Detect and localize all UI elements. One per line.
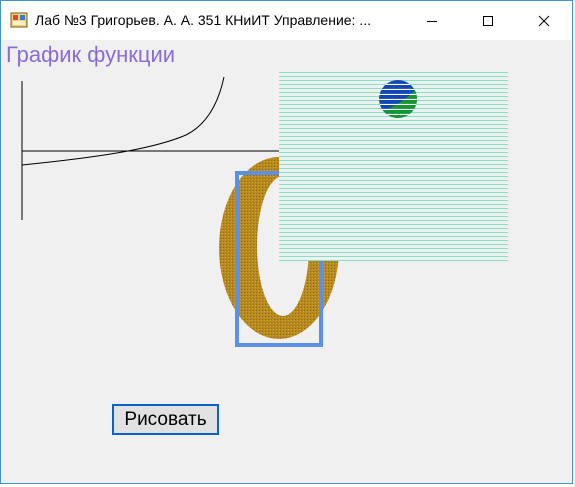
maximize-icon <box>483 15 493 26</box>
close-icon <box>538 15 550 26</box>
title-bar[interactable]: Лаб №3 Григорьев. А. А. 351 КНиИТ Управл… <box>1 1 572 40</box>
close-button[interactable] <box>516 1 572 40</box>
maximize-button[interactable] <box>460 1 516 40</box>
page-title: График функции <box>6 42 176 67</box>
minimize-icon <box>427 20 437 22</box>
window-title: Лаб №3 Григорьев. А. А. 351 КНиИТ Управл… <box>35 12 371 28</box>
minimize-button[interactable] <box>404 1 460 40</box>
drawing-canvas <box>21 69 508 347</box>
app-icon <box>10 12 28 28</box>
function-curve <box>21 76 225 166</box>
draw-button[interactable]: Рисовать <box>112 404 219 435</box>
client-area: График функции Рисовать <box>1 40 572 483</box>
app-window: Лаб №3 Григорьев. А. А. 351 КНиИТ Управл… <box>0 0 573 484</box>
